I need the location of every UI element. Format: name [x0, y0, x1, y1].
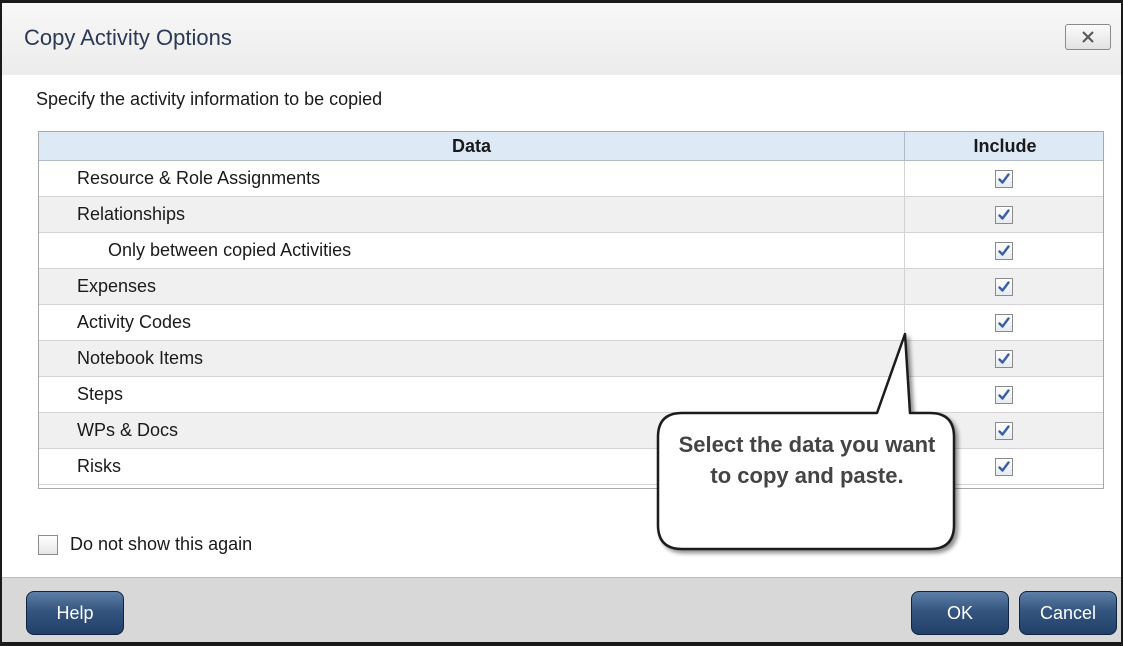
include-checkbox[interactable]: [995, 386, 1013, 404]
row-label: Steps: [77, 384, 124, 404]
include-checkbox[interactable]: [995, 170, 1013, 188]
table-row[interactable]: Expenses: [39, 269, 1103, 305]
table-row[interactable]: Activity Codes: [39, 305, 1103, 341]
cancel-button[interactable]: Cancel: [1019, 591, 1117, 635]
close-button[interactable]: [1065, 24, 1111, 50]
include-checkbox[interactable]: [995, 350, 1013, 368]
column-divider: [904, 197, 905, 232]
dialog-footer: Help OK Cancel: [2, 577, 1121, 642]
include-checkbox[interactable]: [995, 314, 1013, 332]
checkmark-icon: [998, 245, 1010, 256]
include-checkbox[interactable]: [995, 206, 1013, 224]
table-row[interactable]: Only between copied Activities: [39, 233, 1103, 269]
column-header-include[interactable]: Include: [905, 132, 1103, 160]
table-row[interactable]: Resource & Role Assignments: [39, 161, 1103, 197]
table-row[interactable]: Steps: [39, 377, 1103, 413]
row-label: Resource & Role Assignments: [77, 168, 321, 188]
checkmark-icon: [998, 209, 1010, 220]
checkmark-icon: [998, 461, 1010, 472]
dialog-title: Copy Activity Options: [24, 25, 232, 50]
help-button[interactable]: Help: [26, 591, 124, 635]
include-checkbox[interactable]: [995, 458, 1013, 476]
dialog-title-bar: Copy Activity Options: [2, 3, 1121, 75]
column-divider: [904, 305, 905, 340]
row-label: Relationships: [77, 204, 186, 224]
column-divider: [904, 269, 905, 304]
copy-activity-options-dialog: Copy Activity Options Specify the activi…: [0, 0, 1123, 646]
include-checkbox[interactable]: [995, 242, 1013, 260]
row-label: Expenses: [77, 276, 157, 296]
ok-button[interactable]: OK: [911, 591, 1009, 635]
table-row[interactable]: Relationships: [39, 197, 1103, 233]
row-label: Only between copied Activities: [108, 240, 352, 260]
grid-header: Data Include: [39, 132, 1103, 161]
row-label: WPs & Docs: [77, 420, 179, 440]
close-x-icon: [1082, 31, 1094, 43]
column-header-data[interactable]: Data: [39, 132, 905, 160]
include-checkbox[interactable]: [995, 278, 1013, 296]
checkmark-icon: [998, 281, 1010, 292]
callout-text: Select the data you want to copy and pas…: [678, 432, 936, 488]
column-divider: [904, 341, 905, 376]
column-divider: [904, 233, 905, 268]
table-row[interactable]: Notebook Items: [39, 341, 1103, 377]
column-divider: [904, 377, 905, 412]
instruction-text: Specify the activity information to be c…: [36, 89, 383, 109]
row-label: Notebook Items: [77, 348, 204, 368]
row-label: Activity Codes: [77, 312, 192, 332]
column-divider: [904, 161, 905, 196]
row-label: Risks: [77, 456, 121, 476]
do-not-show-label: Do not show this again: [70, 534, 253, 554]
checkmark-icon: [998, 353, 1010, 364]
checkmark-icon: [998, 389, 1010, 400]
checkmark-icon: [998, 317, 1010, 328]
checkmark-icon: [998, 425, 1010, 436]
include-checkbox[interactable]: [995, 422, 1013, 440]
do-not-show-checkbox[interactable]: [38, 535, 58, 555]
checkmark-icon: [998, 173, 1010, 184]
